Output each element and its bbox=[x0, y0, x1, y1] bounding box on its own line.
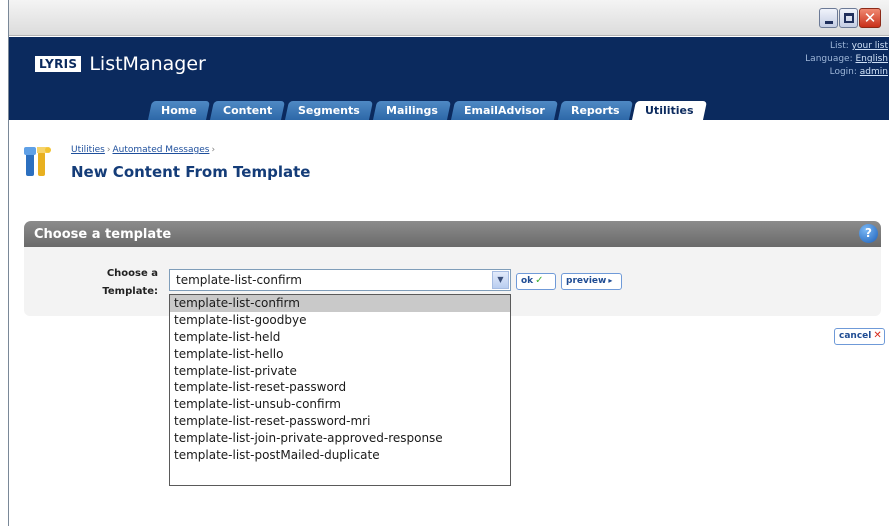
preview-label: preview bbox=[566, 276, 607, 286]
close-icon: ✕ bbox=[863, 9, 877, 27]
dropdown-option[interactable]: template-list-confirm bbox=[170, 295, 510, 312]
panel-header: Choose a template ? bbox=[24, 221, 881, 247]
dropdown-option[interactable]: template-list-reset-password-mri bbox=[170, 413, 510, 430]
arrow-right-icon: ▸ bbox=[608, 276, 613, 285]
dropdown-option[interactable]: template-list-reset-password bbox=[170, 379, 510, 396]
breadcrumb-automated-messages[interactable]: Automated Messages bbox=[112, 145, 209, 155]
breadcrumb-utilities[interactable]: Utilities bbox=[71, 145, 105, 155]
dropdown-option[interactable]: template-list-join-private-approved-resp… bbox=[170, 430, 510, 447]
tab-home[interactable]: Home bbox=[147, 101, 210, 120]
tab-label: Home bbox=[161, 104, 197, 117]
ok-button[interactable]: ok ✓ bbox=[516, 273, 556, 290]
tab-segments[interactable]: Segments bbox=[284, 101, 373, 120]
dropdown-option[interactable]: template-list-private bbox=[170, 363, 510, 380]
tab-label: Content bbox=[222, 104, 272, 117]
close-icon: ✕ bbox=[873, 330, 882, 341]
dropdown-option[interactable]: template-list-unsub-confirm bbox=[170, 396, 510, 413]
breadcrumb-separator: › bbox=[211, 145, 216, 155]
login-info: Login: admin bbox=[805, 66, 888, 79]
tab-mailings[interactable]: Mailings bbox=[372, 101, 451, 120]
help-icon[interactable]: ? bbox=[859, 224, 878, 243]
minimize-icon bbox=[825, 21, 833, 24]
login-link[interactable]: admin bbox=[860, 67, 888, 77]
template-field-label: Choose a Template: bbox=[88, 265, 158, 301]
tab-label: EmailAdvisor bbox=[463, 104, 545, 117]
label-line-2: Template: bbox=[102, 286, 158, 297]
window-titlebar: ✕ bbox=[9, 0, 889, 36]
list-label: List: bbox=[830, 41, 849, 51]
template-dropdown-list: template-list-confirm template-list-good… bbox=[169, 294, 511, 486]
tab-label: Reports bbox=[570, 104, 620, 117]
dropdown-option[interactable]: template-list-held bbox=[170, 329, 510, 346]
tab-utilities[interactable]: Utilities bbox=[632, 101, 707, 120]
app-header: LYRIS ListManager List: your list Langua… bbox=[9, 37, 889, 120]
lyris-logo: LYRIS bbox=[35, 56, 82, 72]
dropdown-option[interactable]: template-list-postMailed-duplicate bbox=[170, 447, 510, 464]
tab-label: Utilities bbox=[645, 104, 694, 117]
product-name: ListManager bbox=[89, 53, 206, 75]
breadcrumb: Utilities › Automated Messages › bbox=[71, 145, 217, 155]
tab-label: Mailings bbox=[385, 104, 438, 117]
language-info: Language: English bbox=[805, 53, 888, 66]
breadcrumb-separator: › bbox=[106, 145, 111, 155]
close-window-button[interactable]: ✕ bbox=[859, 8, 881, 28]
minimize-button[interactable] bbox=[819, 8, 838, 28]
tab-reports[interactable]: Reports bbox=[557, 101, 633, 120]
panel-title: Choose a template bbox=[34, 227, 172, 242]
label-line-1: Choose a bbox=[106, 268, 158, 279]
account-meta: List: your list Language: English Login:… bbox=[805, 40, 888, 79]
login-label: Login: bbox=[829, 67, 857, 77]
list-link[interactable]: your list bbox=[852, 41, 888, 51]
preview-button[interactable]: preview ▸ bbox=[561, 273, 622, 290]
list-info: List: your list bbox=[805, 40, 888, 53]
tab-label: Segments bbox=[297, 104, 360, 117]
dropdown-option[interactable]: template-list-hello bbox=[170, 346, 510, 363]
cancel-label: cancel bbox=[839, 331, 872, 341]
ok-label: ok bbox=[521, 276, 534, 286]
tab-emailadvisor[interactable]: EmailAdvisor bbox=[450, 101, 558, 120]
check-icon: ✓ bbox=[535, 275, 544, 286]
utilities-tools-icon bbox=[24, 147, 51, 176]
maximize-button[interactable] bbox=[839, 8, 858, 28]
template-select-value: template-list-confirm bbox=[176, 273, 302, 287]
tab-content[interactable]: Content bbox=[209, 101, 285, 120]
language-label: Language: bbox=[805, 54, 853, 64]
main-nav-tabs: Home Content Segments Mailings EmailAdvi… bbox=[147, 101, 709, 120]
maximize-icon bbox=[844, 13, 854, 23]
language-link[interactable]: English bbox=[856, 54, 889, 64]
brand: LYRIS ListManager bbox=[35, 53, 206, 75]
dropdown-option[interactable]: template-list-goodbye bbox=[170, 312, 510, 329]
chevron-down-icon[interactable]: ▼ bbox=[492, 271, 509, 289]
cancel-button[interactable]: cancel ✕ bbox=[834, 328, 885, 345]
page-title: New Content From Template bbox=[71, 163, 311, 181]
template-select[interactable]: template-list-confirm ▼ bbox=[169, 269, 511, 291]
